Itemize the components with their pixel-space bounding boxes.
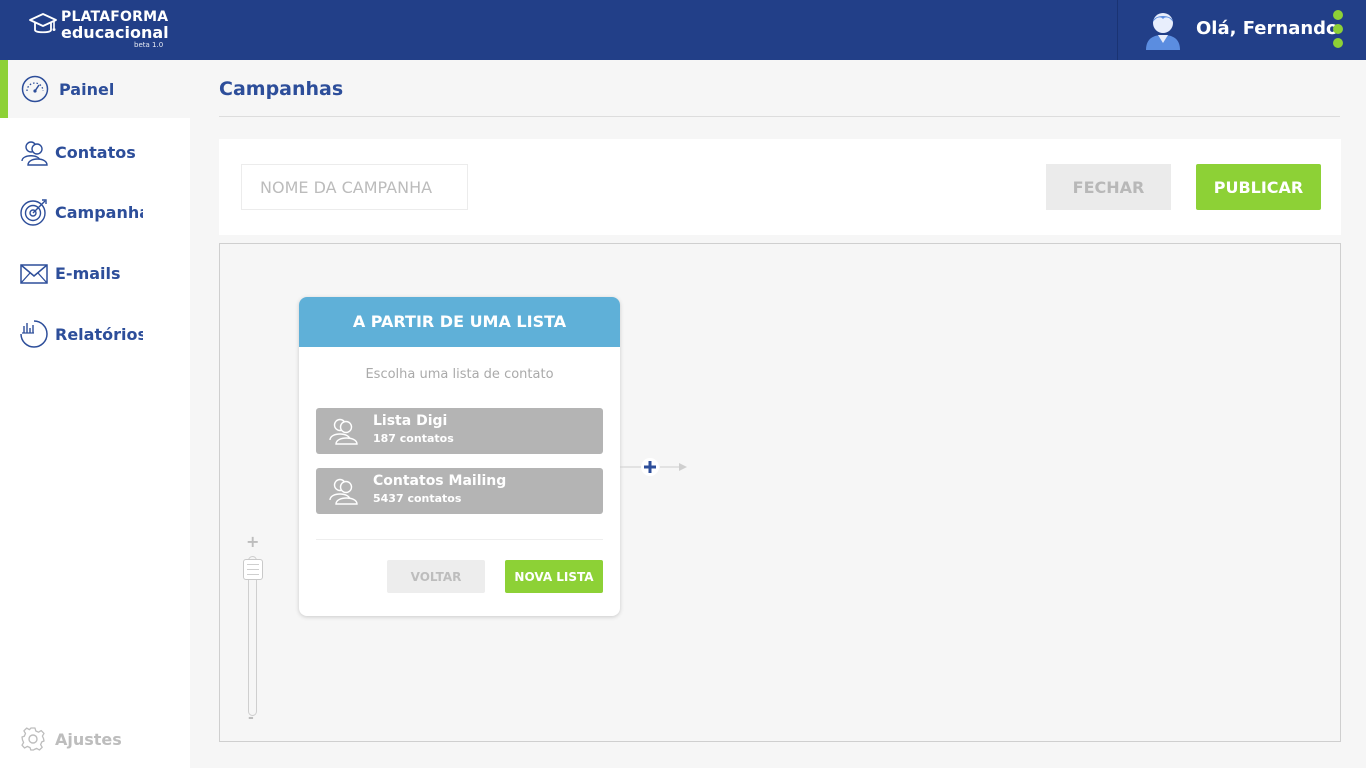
add-step-icon[interactable] bbox=[641, 458, 659, 476]
sidebar: Painel Contatos Campanhas E-mails bbox=[0, 60, 190, 768]
sidebar-item-contatos[interactable]: Contatos bbox=[0, 123, 190, 181]
card-divider bbox=[316, 539, 603, 540]
sidebar-item-painel[interactable]: Painel bbox=[0, 60, 190, 118]
sidebar-item-campanhas[interactable]: Campanhas bbox=[0, 183, 190, 241]
title-divider bbox=[219, 116, 1340, 117]
zoom-out-button[interactable]: - bbox=[248, 710, 254, 726]
sidebar-item-label: Contatos bbox=[55, 142, 136, 162]
speedometer-icon bbox=[21, 75, 49, 103]
list-name: Lista Digi bbox=[373, 413, 448, 429]
list-source-card: A PARTIR DE UMA LISTA Escolha uma lista … bbox=[299, 297, 620, 616]
sidebar-item-relatorios[interactable]: Relatórios bbox=[0, 305, 190, 363]
card-title: A PARTIR DE UMA LISTA bbox=[299, 297, 620, 347]
logo-line-2: educacional bbox=[61, 23, 169, 42]
back-button[interactable]: VOLTAR bbox=[387, 560, 485, 593]
flow-connector bbox=[620, 458, 687, 476]
gear-icon bbox=[21, 727, 45, 751]
contact-list-item[interactable]: Lista Digi 187 contatos bbox=[316, 408, 603, 454]
target-icon bbox=[20, 199, 47, 226]
sidebar-item-label: Campanhas bbox=[55, 202, 143, 222]
contact-list-item[interactable]: Contatos Mailing 5437 contatos bbox=[316, 468, 603, 514]
card-subtitle: Escolha uma lista de contato bbox=[365, 367, 554, 382]
list-name: Contatos Mailing bbox=[373, 473, 507, 489]
settings-label: Ajustes bbox=[55, 729, 122, 749]
top-bar: PLATAFORMA educacional beta 1.0 Olá, Fer… bbox=[0, 0, 1366, 60]
sidebar-item-label: Painel bbox=[59, 79, 115, 99]
list-count: 187 contatos bbox=[373, 432, 454, 445]
new-list-button[interactable]: NOVA LISTA bbox=[505, 560, 603, 593]
sidebar-item-label: E-mails bbox=[55, 263, 121, 283]
list-count: 5437 contatos bbox=[373, 492, 462, 505]
campaign-toolbar: FECHAR PUBLICAR bbox=[219, 139, 1341, 235]
sidebar-item-label: Relatórios bbox=[55, 324, 143, 344]
campaign-name-input[interactable] bbox=[241, 164, 468, 210]
more-menu-icon[interactable] bbox=[1330, 10, 1346, 52]
close-button[interactable]: FECHAR bbox=[1046, 164, 1171, 210]
zoom-slider-track[interactable] bbox=[248, 556, 257, 716]
zoom-slider-handle[interactable] bbox=[243, 559, 263, 580]
contacts-icon bbox=[21, 141, 48, 166]
publish-button[interactable]: PUBLICAR bbox=[1196, 164, 1321, 210]
envelope-icon bbox=[20, 264, 48, 284]
header-divider bbox=[1117, 0, 1118, 60]
user-greeting: Olá, Fernando bbox=[1196, 18, 1339, 39]
sidebar-item-emails[interactable]: E-mails bbox=[0, 244, 190, 302]
user-avatar[interactable] bbox=[1143, 8, 1183, 50]
platform-logo[interactable]: PLATAFORMA educacional beta 1.0 bbox=[28, 9, 169, 51]
zoom-in-button[interactable]: + bbox=[246, 532, 259, 551]
contacts-icon bbox=[329, 418, 358, 445]
report-chart-icon bbox=[20, 320, 48, 348]
graduation-cap-icon bbox=[29, 13, 57, 34]
page-title: Campanhas bbox=[219, 78, 344, 100]
contacts-icon bbox=[329, 478, 358, 505]
logo-version: beta 1.0 bbox=[134, 41, 164, 49]
sidebar-item-ajustes[interactable]: Ajustes bbox=[20, 726, 122, 752]
